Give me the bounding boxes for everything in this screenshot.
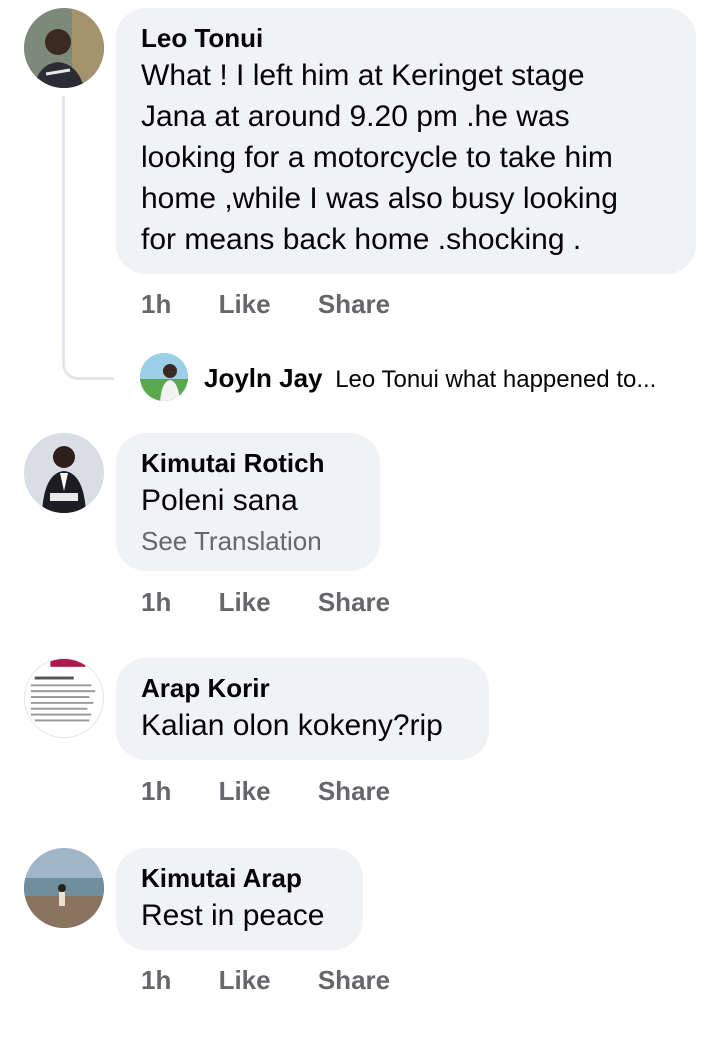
comment-bubble: Kimutai Rotich Poleni sana See Translati… — [116, 433, 380, 571]
comment-bubble: Leo Tonui What ! I left him at Keringet … — [116, 8, 696, 274]
reply-avatar[interactable] — [140, 353, 188, 401]
comment-line: for means back home .shocking . — [141, 223, 582, 256]
avatar[interactable] — [24, 848, 104, 928]
thread-connector — [62, 96, 114, 380]
comment-actions: 1h Like Share — [141, 585, 430, 619]
see-translation-link[interactable]: See Translation — [141, 523, 354, 559]
like-button[interactable]: Like — [219, 289, 271, 319]
comment-text: What ! I left him at Keringet stage Jana… — [141, 55, 670, 260]
avatar-photo-icon — [140, 353, 188, 401]
comment-line: home ,while I was also busy looking — [141, 182, 618, 215]
share-button[interactable]: Share — [318, 289, 390, 319]
comment-bubble: Kimutai Arap Rest in peace — [116, 848, 363, 950]
like-button[interactable]: Like — [219, 965, 271, 995]
share-button[interactable]: Share — [318, 587, 390, 617]
timestamp[interactable]: 1h — [141, 289, 171, 319]
comment-actions: 1h Like Share — [141, 774, 430, 808]
avatar-photo-icon — [24, 848, 104, 928]
reply-author[interactable]: Joyln Jay — [204, 363, 323, 393]
comment-actions: 1h Like Share — [141, 287, 430, 321]
avatar-photo-icon — [25, 659, 103, 737]
avatar-photo-icon — [24, 8, 104, 88]
comment-line: looking for a motorcycle to take him — [141, 141, 613, 174]
comment-text: Kalian olon kokeny?rip — [141, 709, 443, 742]
comment-actions: 1h Like Share — [141, 963, 430, 997]
comment-line: What ! I left him at Keringet stage — [141, 59, 585, 92]
comment-author[interactable]: Leo Tonui — [141, 21, 670, 55]
reply-content: Joyln Jay Leo Tonui what happened to... — [204, 361, 719, 397]
comment-text: Rest in peace — [141, 899, 325, 932]
comment-text: Poleni sana — [141, 484, 298, 517]
comment-line: Jana at around 9.20 pm .he was — [141, 100, 570, 133]
avatar[interactable] — [24, 8, 104, 88]
like-button[interactable]: Like — [219, 776, 271, 806]
timestamp[interactable]: 1h — [141, 965, 171, 995]
avatar[interactable] — [24, 658, 104, 738]
comment-author[interactable]: Kimutai Rotich — [141, 446, 354, 480]
comment-author[interactable]: Arap Korir — [141, 671, 463, 705]
avatar-photo-icon — [24, 433, 104, 513]
timestamp[interactable]: 1h — [141, 776, 171, 806]
comment-bubble: Arap Korir Kalian olon kokeny?rip — [116, 658, 489, 760]
timestamp[interactable]: 1h — [141, 587, 171, 617]
reply-text: Leo Tonui what happened to... — [335, 366, 657, 393]
like-button[interactable]: Like — [219, 587, 271, 617]
share-button[interactable]: Share — [318, 965, 390, 995]
avatar[interactable] — [24, 433, 104, 513]
share-button[interactable]: Share — [318, 776, 390, 806]
comment-author[interactable]: Kimutai Arap — [141, 861, 337, 895]
